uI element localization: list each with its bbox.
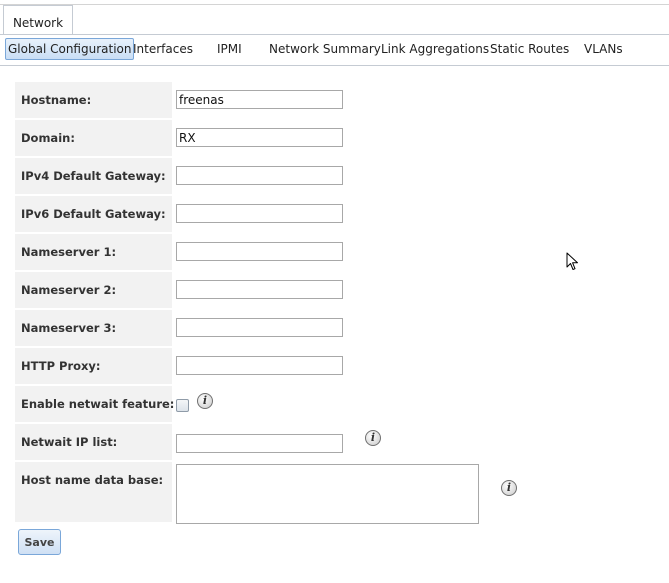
host-name-database-textarea[interactable] (176, 464, 479, 524)
netwait-enable-checkbox[interactable] (176, 399, 189, 412)
tab-vlans[interactable]: VLANs (584, 38, 623, 60)
info-icon[interactable]: i (501, 480, 517, 496)
info-icon[interactable]: i (365, 430, 381, 446)
domain-input[interactable] (176, 128, 343, 147)
netwait-ip-list-input[interactable] (176, 434, 343, 453)
http-proxy-label: HTTP Proxy: (15, 348, 172, 384)
row-hostname: Hostname: (15, 82, 665, 118)
tab-global-configuration[interactable]: Global Configuration (5, 38, 135, 60)
host-name-database-label: Host name data base: (15, 462, 172, 522)
domain-label: Domain: (15, 120, 172, 156)
nameserver-1-input[interactable] (176, 242, 343, 261)
row-http-proxy: HTTP Proxy: (15, 348, 665, 384)
top-border (0, 4, 669, 5)
tab-interfaces[interactable]: Interfaces (133, 38, 193, 60)
mouse-cursor-icon (566, 252, 578, 270)
nameserver-1-label: Nameserver 1: (15, 234, 172, 270)
ipv4-gateway-input[interactable] (176, 166, 343, 185)
hostname-input[interactable] (176, 90, 343, 109)
tab-ipmi[interactable]: IPMI (217, 38, 242, 60)
ipv6-gateway-label: IPv6 Default Gateway: (15, 196, 172, 232)
tab-network[interactable]: Network (3, 5, 73, 35)
ipv4-gateway-label: IPv4 Default Gateway: (15, 158, 172, 194)
row-nameserver-3: Nameserver 3: (15, 310, 665, 346)
nameserver-3-label: Nameserver 3: (15, 310, 172, 346)
row-netwait-ip-list: Netwait IP list: i (15, 424, 665, 460)
row-netwait-enable: Enable netwait feature: i (15, 386, 665, 422)
tab-divider (0, 34, 669, 35)
save-button[interactable]: Save (18, 529, 61, 555)
subtab-divider (0, 65, 669, 66)
nameserver-3-input[interactable] (176, 318, 343, 337)
subtab-bar: Global Configuration Interfaces IPMI Net… (0, 36, 669, 62)
http-proxy-input[interactable] (176, 356, 343, 375)
row-nameserver-2: Nameserver 2: (15, 272, 665, 308)
netwait-enable-label: Enable netwait feature: (15, 386, 174, 422)
ipv6-gateway-input[interactable] (176, 204, 343, 223)
hostname-label: Hostname: (15, 82, 172, 118)
row-domain: Domain: (15, 120, 665, 156)
row-ipv6-gateway: IPv6 Default Gateway: (15, 196, 665, 232)
info-icon[interactable]: i (197, 393, 213, 409)
netwait-ip-list-label: Netwait IP list: (15, 424, 172, 460)
tab-static-routes[interactable]: Static Routes (490, 38, 569, 60)
tab-network-summary[interactable]: Network Summary (269, 38, 381, 60)
tab-link-aggregations[interactable]: Link Aggregations (381, 38, 489, 60)
nameserver-2-label: Nameserver 2: (15, 272, 172, 308)
row-ipv4-gateway: IPv4 Default Gateway: (15, 158, 665, 194)
nameserver-2-input[interactable] (176, 280, 343, 299)
row-host-name-database: Host name data base: i (15, 462, 665, 524)
